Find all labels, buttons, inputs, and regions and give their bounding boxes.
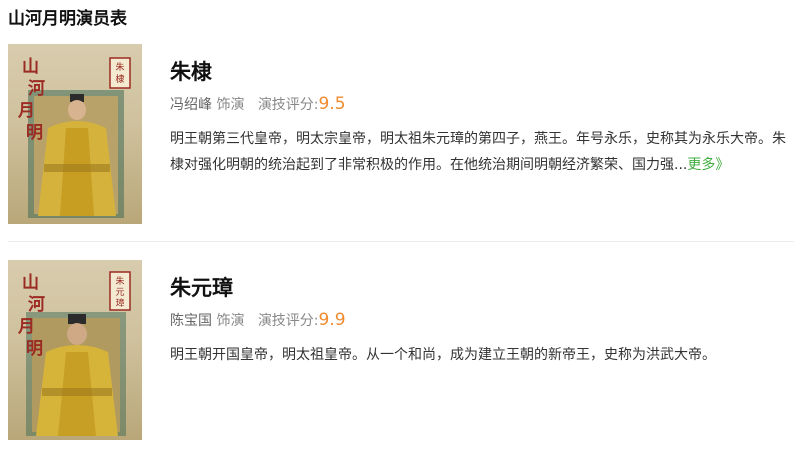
character-description: 明王朝第三代皇帝，明太宗皇帝，明太祖朱元璋的第四子，燕王。年号永乐，史称其为永乐… — [170, 126, 790, 178]
svg-text:璋: 璋 — [115, 297, 124, 309]
role-label: 饰演 — [216, 97, 245, 113]
svg-text:山: 山 — [22, 273, 39, 293]
actor-name[interactable]: 冯绍峰 — [170, 97, 212, 113]
page-title: 山河月明演员表 — [8, 9, 127, 29]
svg-text:月: 月 — [17, 101, 35, 121]
divider — [8, 241, 794, 242]
character-name[interactable]: 朱元璋 — [170, 272, 233, 302]
svg-text:月: 月 — [17, 317, 35, 337]
actor-name[interactable]: 陈宝国 — [170, 313, 212, 329]
more-link[interactable]: 更多》 — [687, 157, 729, 173]
svg-text:棣: 棣 — [115, 73, 124, 85]
svg-text:明: 明 — [26, 123, 43, 143]
svg-text:河: 河 — [28, 79, 45, 99]
poster-image[interactable]: 山 河 月 明 朱 元 璋 — [8, 260, 142, 440]
svg-text:朱: 朱 — [115, 275, 124, 287]
svg-text:山: 山 — [22, 57, 39, 77]
svg-text:明: 明 — [26, 339, 43, 359]
character-description: 明王朝开国皇帝，明太祖皇帝。从一个和尚，成为建立王朝的新帝王，史称为洪武大帝。 — [170, 342, 790, 368]
svg-text:元: 元 — [115, 288, 124, 298]
svg-text:朱: 朱 — [115, 61, 124, 73]
svg-text:河: 河 — [28, 295, 45, 315]
description-text: 明王朝开国皇帝，明太祖皇帝。从一个和尚，成为建立王朝的新帝王，史称为洪武大帝。 — [170, 347, 716, 363]
cast-card: 山 河 月 明 朱 元 璋 朱元璋 陈宝国 饰演 演技评分:9.9 明王朝开国皇… — [8, 260, 794, 442]
cast-meta: 冯绍峰 饰演 演技评分:9.5 — [170, 94, 346, 114]
cast-card: 山 河 月 明 朱 棣 朱棣 冯绍峰 饰演 演技评分:9.5 明王朝第三代皇帝，… — [8, 44, 794, 226]
cast-meta: 陈宝国 饰演 演技评分:9.9 — [170, 310, 346, 330]
score-value: 9.5 — [318, 94, 346, 114]
role-label: 饰演 — [216, 313, 245, 329]
character-name[interactable]: 朱棣 — [170, 56, 212, 86]
score-value: 9.9 — [318, 310, 346, 330]
poster-image[interactable]: 山 河 月 明 朱 棣 — [8, 44, 142, 224]
score-label: 演技评分: — [257, 313, 319, 329]
score-label: 演技评分: — [257, 97, 319, 113]
